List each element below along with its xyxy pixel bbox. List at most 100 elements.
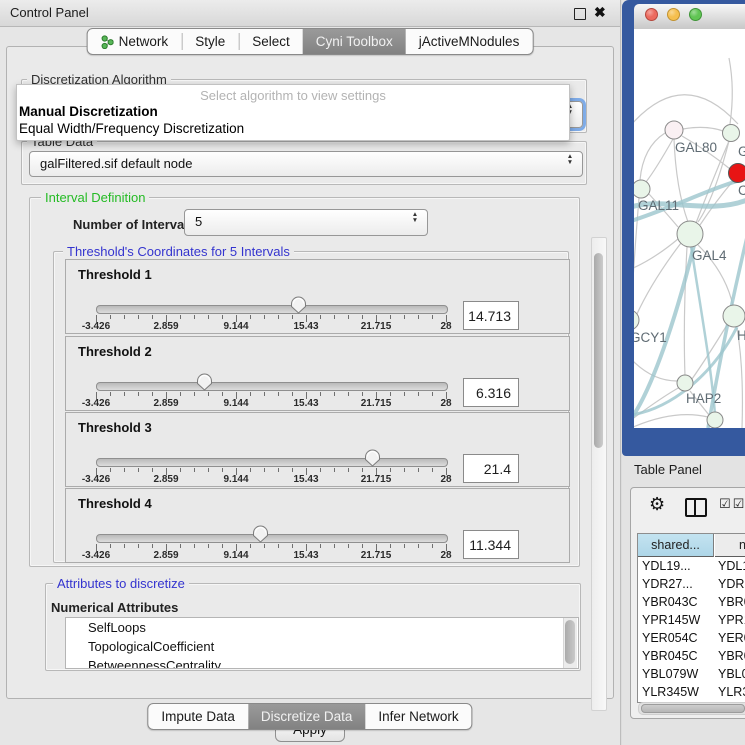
slider-tick bbox=[320, 315, 321, 319]
scrollbar-thumb[interactable] bbox=[641, 704, 745, 713]
threshold-panel: Threshold 4-3.4262.8599.14415.4321.71528… bbox=[65, 488, 570, 563]
network-node-label: HAP2 bbox=[686, 391, 721, 406]
slider-thumb[interactable] bbox=[196, 373, 213, 391]
table-row[interactable]: YBR045CYBR0 bbox=[638, 647, 745, 665]
tab-network[interactable]: Network bbox=[88, 29, 182, 54]
window-minimize-button[interactable] bbox=[667, 8, 680, 21]
tab-discretize-data[interactable]: Discretize Data bbox=[248, 704, 366, 729]
window-close-button[interactable] bbox=[645, 8, 658, 21]
table-row[interactable]: YPR145WYPR1 bbox=[638, 611, 745, 629]
scrollbar-thumb[interactable] bbox=[594, 253, 603, 448]
scrollbar-thumb[interactable] bbox=[565, 620, 575, 664]
threshold-value-field[interactable]: 6.316 bbox=[463, 378, 519, 407]
slider-tick-label: 2.859 bbox=[136, 474, 196, 485]
threshold-label: Threshold 2 bbox=[78, 344, 152, 359]
network-node-H[interactable] bbox=[723, 305, 745, 327]
slider-tick bbox=[138, 392, 139, 396]
threshold-value-field[interactable]: 14.713 bbox=[463, 301, 519, 330]
threshold-value-field[interactable]: 11.344 bbox=[463, 530, 519, 559]
bottom-tab-bar: Impute DataDiscretize DataInfer Network bbox=[147, 703, 472, 730]
close-icon[interactable]: ✖ bbox=[594, 4, 606, 21]
numerical-attributes-list[interactable]: SelfLoopsTopologicalCoefficientBetweenne… bbox=[65, 617, 579, 669]
table-row[interactable]: YDL19...YDL1 bbox=[638, 557, 745, 575]
attributes-scrollbar[interactable] bbox=[563, 618, 577, 668]
node-table[interactable]: shared...nYDL19...YDL1YDR27...YDR2YBR043… bbox=[637, 533, 745, 703]
window-zoom-button[interactable] bbox=[689, 8, 702, 21]
slider-tick bbox=[320, 468, 321, 472]
list-item[interactable]: SelfLoops bbox=[66, 618, 578, 637]
table-row[interactable]: YLR345WYLR3 bbox=[638, 683, 745, 701]
slider-track[interactable] bbox=[96, 305, 448, 314]
slider-thumb[interactable] bbox=[290, 296, 307, 314]
table-cell: YBL0 bbox=[718, 665, 745, 683]
tab-impute-data[interactable]: Impute Data bbox=[148, 704, 248, 729]
cyni-toolbox-pane: Discretization Algorithm ▲▼ Table Data g… bbox=[6, 46, 614, 699]
slider-tick bbox=[222, 544, 223, 548]
slider-tick bbox=[334, 468, 335, 472]
slider-thumb[interactable] bbox=[364, 449, 381, 467]
network-node-partial-node[interactable] bbox=[707, 412, 723, 428]
table-row[interactable]: YBR043CYBR0 bbox=[638, 593, 745, 611]
algorithm-option[interactable]: Manual Discretization bbox=[19, 104, 158, 119]
slider-track[interactable] bbox=[96, 458, 448, 467]
network-node-GCY1[interactable] bbox=[634, 310, 639, 330]
tab-infer-network[interactable]: Infer Network bbox=[365, 704, 471, 729]
threshold-value-field[interactable]: 21.4 bbox=[463, 454, 519, 483]
slider-tick-label: 21.715 bbox=[346, 550, 406, 561]
tab-cyni-toolbox[interactable]: Cyni Toolbox bbox=[303, 29, 406, 54]
network-node-HAP2[interactable] bbox=[677, 375, 693, 391]
slider-tick bbox=[110, 544, 111, 548]
threshold-label: Threshold 1 bbox=[78, 267, 152, 282]
top-tab-bar: NetworkStyleSelectCyni ToolboxjActiveMNo… bbox=[87, 28, 534, 55]
network-window-titlebar[interactable] bbox=[634, 4, 745, 30]
table-row[interactable]: YBL079WYBL0 bbox=[638, 665, 745, 683]
network-node-GAL11[interactable] bbox=[634, 180, 650, 198]
split-view-icon[interactable] bbox=[685, 498, 707, 517]
slider-tick bbox=[362, 315, 363, 319]
table-data-combobox[interactable]: galFiltered.sif default node ▲▼ bbox=[29, 151, 583, 177]
slider-tick bbox=[278, 544, 279, 548]
table-cell: YBR0 bbox=[718, 593, 745, 611]
tab-style[interactable]: Style bbox=[182, 29, 238, 54]
slider-tick-label: -3.426 bbox=[66, 398, 126, 409]
network-icon bbox=[101, 35, 114, 49]
network-node-red-node[interactable] bbox=[729, 164, 745, 183]
network-edge bbox=[646, 139, 673, 182]
tab-select[interactable]: Select bbox=[239, 29, 303, 54]
slider-tick-label: 21.715 bbox=[346, 398, 406, 409]
slider-tick bbox=[110, 468, 111, 472]
table-cell: YLR345W bbox=[642, 683, 699, 701]
table-row[interactable]: YER054CYER0 bbox=[638, 629, 745, 647]
slider-track[interactable] bbox=[96, 534, 448, 543]
checkbox-icon[interactable]: ☑☑ bbox=[719, 497, 745, 512]
slider-tick bbox=[194, 315, 195, 319]
network-node-GAL80[interactable] bbox=[665, 121, 683, 139]
table-cell: YPR1 bbox=[718, 611, 745, 629]
slider-tick-label: -3.426 bbox=[66, 474, 126, 485]
settings-scrollbar[interactable] bbox=[591, 237, 607, 711]
gear-icon[interactable]: ⚙ bbox=[649, 494, 665, 515]
slider-track[interactable] bbox=[96, 382, 448, 391]
slider-tick-label: 9.144 bbox=[206, 474, 266, 485]
slider-thumb[interactable] bbox=[252, 525, 269, 543]
num-intervals-combobox[interactable]: 5 ▲▼ bbox=[184, 209, 428, 236]
float-window-icon[interactable] bbox=[574, 8, 586, 20]
column-header-2[interactable]: n bbox=[715, 534, 745, 557]
list-item[interactable]: TopologicalCoefficient bbox=[66, 637, 578, 656]
threshold-label: Threshold 3 bbox=[78, 420, 152, 435]
interval-definition-label: Interval Definition bbox=[41, 190, 149, 205]
network-canvas[interactable]: GAL80GACGAL11GAL4GCY1HHAP2 bbox=[634, 29, 745, 428]
algorithm-option[interactable]: Equal Width/Frequency Discretization bbox=[19, 121, 244, 136]
num-intervals-label: Number of Intervals bbox=[73, 217, 195, 232]
table-hscrollbar[interactable] bbox=[638, 702, 745, 715]
network-node-GAL4[interactable] bbox=[677, 221, 703, 247]
slider-tick bbox=[292, 392, 293, 396]
table-cell: YDR27... bbox=[642, 575, 693, 593]
column-header-1[interactable]: shared... bbox=[638, 534, 714, 557]
list-item[interactable]: BetweennessCentrality bbox=[66, 656, 578, 669]
slider-tick bbox=[124, 468, 125, 472]
slider-tick-label: 15.43 bbox=[276, 550, 336, 561]
table-row[interactable]: YDR27...YDR2 bbox=[638, 575, 745, 593]
tab-jactivemnodules[interactable]: jActiveMNodules bbox=[406, 29, 533, 54]
network-node-GA[interactable] bbox=[723, 125, 740, 142]
